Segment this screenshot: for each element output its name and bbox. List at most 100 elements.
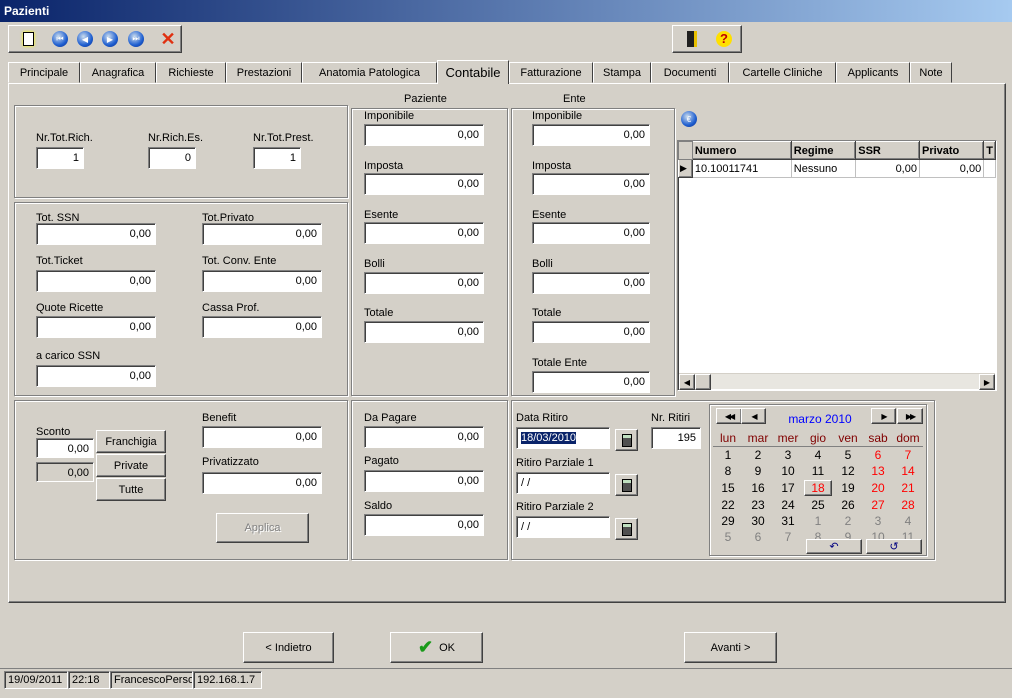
calendar-day[interactable]: 19	[833, 479, 863, 497]
previous-record-button[interactable]: ◀	[74, 28, 96, 50]
tot-privato-input[interactable]: 0,00	[202, 223, 322, 245]
ente-imposta-input[interactable]: 0,00	[532, 173, 650, 195]
first-record-button[interactable]: ⏮	[49, 28, 71, 50]
calendar-day[interactable]: 1	[803, 513, 833, 529]
sconto-input[interactable]: 0,00	[36, 438, 94, 458]
tab-applicants[interactable]: Applicants	[836, 62, 910, 83]
calendar-day[interactable]: 5	[713, 529, 743, 545]
tab-stampa[interactable]: Stampa	[593, 62, 651, 83]
exit-door-button[interactable]	[681, 28, 703, 50]
ritiro-parziale-1-input[interactable]: / /	[516, 472, 610, 494]
calendar-day[interactable]: 23	[743, 497, 773, 513]
grid-header-numero[interactable]: Numero	[691, 141, 792, 160]
tab-note[interactable]: Note	[910, 62, 952, 83]
scroll-right-button[interactable]: ▶	[979, 374, 995, 390]
tot-ssn-input[interactable]: 0,00	[36, 223, 156, 245]
tab-fatturazione[interactable]: Fatturazione	[509, 62, 593, 83]
calendar-day[interactable]: 3	[863, 513, 893, 529]
cal-next-button[interactable]: ▶	[871, 408, 896, 424]
tab-anatomia-patologica[interactable]: Anatomia Patologica	[302, 62, 437, 83]
tab-prestazioni[interactable]: Prestazioni	[226, 62, 302, 83]
cal-prev-button[interactable]: ◀	[741, 408, 766, 424]
calendar-day[interactable]: 2	[833, 513, 863, 529]
tab-contabile[interactable]: Contabile	[437, 60, 509, 84]
private-button[interactable]: Private	[96, 454, 166, 477]
benefit-input[interactable]: 0,00	[202, 426, 322, 448]
franchigia-button[interactable]: Franchigia	[96, 430, 166, 453]
help-button[interactable]: ?	[713, 28, 735, 50]
euro-icon[interactable]: €	[681, 111, 697, 127]
grid-header-privato[interactable]: Privato	[918, 141, 985, 160]
calendar-day[interactable]: 2	[743, 447, 773, 464]
calendar-day[interactable]: 12	[833, 463, 863, 479]
data-ritiro-calendar-button[interactable]	[615, 429, 638, 451]
calendar-day[interactable]: 16	[743, 479, 773, 497]
cal-first-button[interactable]: ◀◀	[716, 408, 742, 424]
grid-cell[interactable]: 10.10011741	[691, 159, 792, 178]
calendar-day[interactable]: 26	[833, 497, 863, 513]
calendar-day[interactable]: 4	[893, 513, 923, 529]
grid-cell[interactable]: 0,00	[855, 159, 920, 178]
tot-conv-ente-input[interactable]: 0,00	[202, 270, 322, 292]
next-record-button[interactable]: ▶	[99, 28, 121, 50]
calendar-day[interactable]: 17	[773, 479, 803, 497]
invoice-grid[interactable]: Numero Regime SSR Privato T ▶ 10.10011741 Nessu…	[677, 140, 997, 391]
calendar-day[interactable]: 28	[893, 497, 923, 513]
ritiro-parziale-2-calendar-button[interactable]	[615, 518, 638, 540]
last-record-button[interactable]: ⏭	[125, 28, 147, 50]
calendar-day[interactable]: 7	[773, 529, 803, 545]
delete-button[interactable]: ✕	[157, 28, 179, 50]
horizontal-scrollbar[interactable]: ◀ ▶	[679, 373, 995, 390]
ente-esente-input[interactable]: 0,00	[532, 222, 650, 244]
tot-ticket-input[interactable]: 0,00	[36, 270, 156, 292]
calendar-undo-button[interactable]: ↶	[806, 539, 862, 554]
data-ritiro-input[interactable]: 18/03/2010	[516, 427, 610, 449]
paz-imposta-input[interactable]: 0,00	[364, 173, 484, 195]
ente-bolli-input[interactable]: 0,00	[532, 272, 650, 294]
calendar-day[interactable]: 5	[833, 447, 863, 464]
calendar-day[interactable]: 30	[743, 513, 773, 529]
calendar-day[interactable]: 11	[803, 463, 833, 479]
nr-tot-rich-input[interactable]: 1	[36, 147, 84, 169]
calendar-day[interactable]: 3	[773, 447, 803, 464]
calendar-day[interactable]: 27	[863, 497, 893, 513]
calendar-day[interactable]: 6	[863, 447, 893, 464]
calendar-day[interactable]: 9	[743, 463, 773, 479]
calendar-day[interactable]: 20	[863, 479, 893, 497]
grid-cell[interactable]	[983, 159, 996, 178]
quote-ricette-input[interactable]: 0,00	[36, 316, 156, 338]
nr-rich-es-input[interactable]: 0	[148, 147, 196, 169]
grid-cell[interactable]: 0,00	[918, 159, 985, 178]
paz-imponibile-input[interactable]: 0,00	[364, 124, 484, 146]
calendar-day[interactable]: 21	[893, 479, 923, 497]
paz-bolli-input[interactable]: 0,00	[364, 272, 484, 294]
tab-principale[interactable]: Principale	[8, 62, 80, 83]
cassa-prof-input[interactable]: 0,00	[202, 316, 322, 338]
calendar-day[interactable]: 25	[803, 497, 833, 513]
paz-esente-input[interactable]: 0,00	[364, 222, 484, 244]
calendar-day[interactable]: 8	[713, 463, 743, 479]
ente-totale-input[interactable]: 0,00	[532, 321, 650, 343]
applica-button[interactable]: Applica	[216, 513, 309, 543]
tab-richieste[interactable]: Richieste	[156, 62, 226, 83]
grid-row[interactable]: ▶ 10.10011741 Nessuno 0,00 0,00	[678, 159, 996, 178]
pagato-input[interactable]: 0,00	[364, 470, 484, 492]
grid-header-ssr[interactable]: SSR	[855, 141, 920, 160]
forward-button[interactable]: Avanti >	[684, 632, 777, 663]
scroll-thumb[interactable]	[695, 374, 711, 390]
calendar-day[interactable]: 29	[713, 513, 743, 529]
nr-tot-prest-input[interactable]: 1	[253, 147, 301, 169]
saldo-input[interactable]: 0,00	[364, 514, 484, 536]
calendar-day[interactable]: 15	[713, 479, 743, 497]
calendar-day[interactable]: 7	[893, 447, 923, 464]
grid-cell[interactable]: Nessuno	[790, 159, 857, 178]
calendar-day[interactable]: 4	[803, 447, 833, 464]
tab-cartelle-cliniche[interactable]: Cartelle Cliniche	[729, 62, 836, 83]
calendar-day[interactable]: 22	[713, 497, 743, 513]
calendar-day[interactable]: 18	[803, 479, 833, 497]
calendar-day[interactable]: 31	[773, 513, 803, 529]
calendar-day[interactable]: 6	[743, 529, 773, 545]
calendar-day[interactable]: 14	[893, 463, 923, 479]
grid-header-regime[interactable]: Regime	[790, 141, 857, 160]
grid-header-t[interactable]: T	[983, 141, 996, 160]
